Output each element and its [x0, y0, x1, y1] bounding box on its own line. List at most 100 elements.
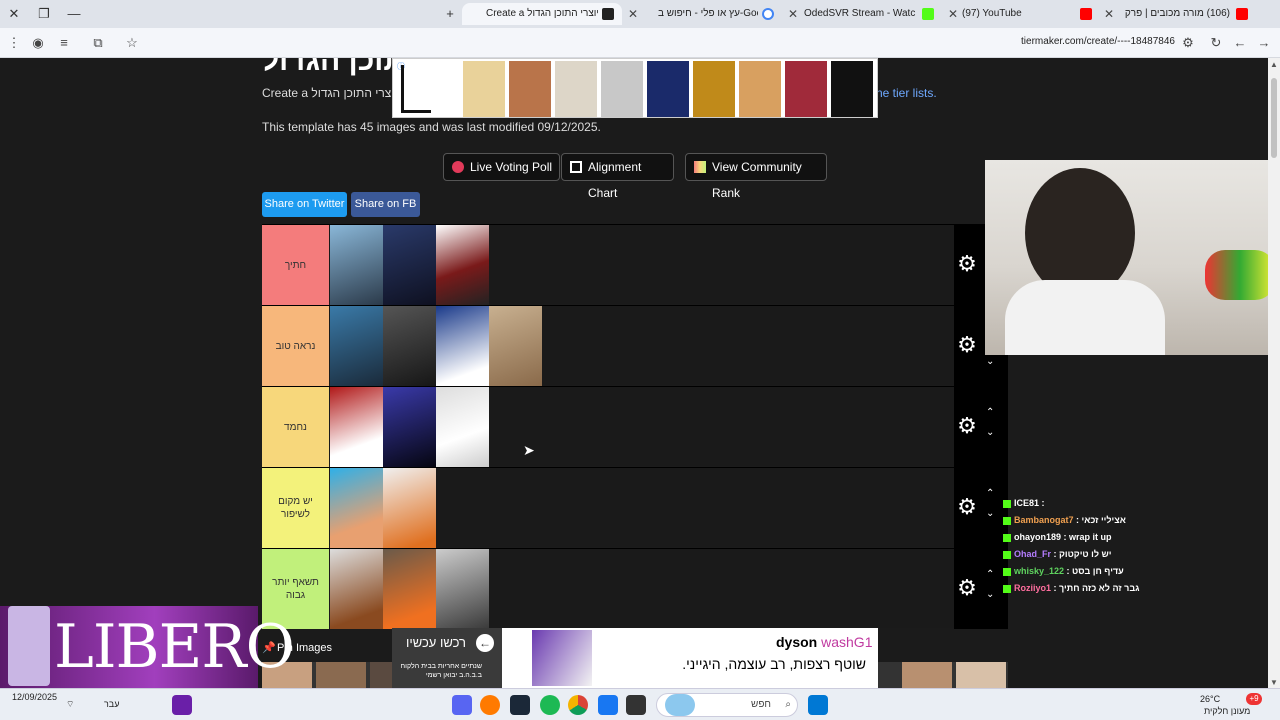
url-field[interactable]: tiermaker.com/create/----18487846 — [1021, 36, 1175, 47]
tier-controls: ⚙ ⌃ ⌄ — [954, 387, 1008, 467]
taskbar-search[interactable]: חפש ⌕ — [656, 693, 798, 717]
forward-icon[interactable]: → — [1254, 33, 1274, 53]
discord-icon[interactable] — [452, 695, 472, 715]
taskbar-date: 12/09/2025 — [12, 692, 58, 702]
tier-image[interactable] — [902, 662, 952, 688]
scrollbar-thumb[interactable] — [1271, 78, 1277, 158]
menu-icon[interactable]: ⋮ — [4, 33, 24, 53]
profile-icon[interactable]: ◉ — [28, 33, 48, 53]
tab-title: (106) מורה מכובים | פרק 1: ההי — [1122, 8, 1230, 19]
move-down-icon[interactable]: ⌄ — [986, 356, 994, 367]
tab-google-search[interactable]: ✕ עץ או פלי - חיפוש ב-Google — [622, 3, 774, 25]
chat-message: Roziiyo1 : גבר זה לא כזה חתיך — [1003, 583, 1139, 599]
share-twitter-button[interactable]: Share on Twitter — [262, 192, 347, 217]
tier-settings-gear-icon[interactable]: ⚙ — [954, 413, 980, 439]
ad-cta-button[interactable]: רכשו עכשיו — [406, 635, 466, 650]
tier-image[interactable] — [436, 225, 489, 305]
tier-label[interactable]: נחמד — [262, 387, 329, 467]
share-fb-button[interactable]: Share on FB — [351, 192, 420, 217]
spotify-icon[interactable] — [540, 695, 560, 715]
tier-label[interactable]: חתיך — [262, 225, 329, 305]
browser-tab-bar: ✕ ❐ — + Create a דירוג יוצרי התוכן הגדול… — [0, 0, 1280, 28]
description-link[interactable]: ne tier lists. — [876, 86, 937, 100]
tab-create-tierlist[interactable]: Create a דירוג יוצרי התוכן הגדול — [462, 3, 622, 25]
page-scrollbar[interactable]: ▲ ▼ — [1268, 58, 1280, 688]
tier-image[interactable] — [330, 549, 383, 629]
move-down-icon[interactable]: ⌄ — [986, 427, 994, 438]
extensions-puzzle-icon[interactable]: ⧉ — [88, 33, 108, 53]
kick-favicon-icon — [922, 8, 934, 20]
meta-icon[interactable] — [598, 695, 618, 715]
mouse-cursor-icon: ➤ — [523, 442, 535, 458]
close-tab-icon[interactable]: ✕ — [788, 3, 798, 25]
move-down-icon[interactable]: ⌄ — [986, 508, 994, 519]
tier-label[interactable]: יש מקום לשיפור — [262, 468, 329, 548]
tier-image[interactable] — [436, 387, 489, 467]
tier-image[interactable] — [330, 387, 383, 467]
new-tab-icon[interactable]: + — [440, 4, 460, 24]
tier-label[interactable]: נראה טוב — [262, 306, 329, 386]
chrome-icon[interactable] — [568, 695, 588, 715]
tier-image[interactable] — [383, 387, 436, 467]
close-tab-icon[interactable]: ✕ — [1104, 3, 1114, 25]
wifi-icon[interactable]: ⌔ — [66, 699, 74, 710]
file-explorer-icon[interactable] — [626, 695, 646, 715]
move-up-icon[interactable]: ⌃ — [986, 407, 994, 418]
keyboard-language[interactable]: עבר — [104, 699, 119, 709]
restore-window-icon[interactable]: ❐ — [34, 4, 54, 24]
ad-fineprint: שנתיים אחריות בבית הלקוח ב.ב.ה.ב יבואן ר… — [400, 663, 482, 679]
tier-image[interactable] — [489, 306, 542, 386]
tier-image[interactable] — [383, 306, 436, 386]
move-down-icon[interactable]: ⌄ — [986, 589, 994, 600]
alignment-chart-button[interactable]: Alignment Chart — [561, 153, 674, 200]
tier-settings-gear-icon[interactable]: ⚙ — [954, 575, 980, 601]
browser-app-icon[interactable] — [480, 695, 500, 715]
back-icon[interactable]: ← — [1230, 33, 1250, 53]
tab-kick-stream[interactable]: ✕ OdedSVR Stream - Watch Live — [782, 3, 940, 25]
bookmark-star-icon[interactable]: ☆ — [122, 33, 142, 53]
tier-image[interactable] — [316, 662, 366, 688]
notification-badge[interactable]: +9 — [1246, 693, 1262, 705]
site-settings-icon[interactable]: ⚙ — [1178, 33, 1198, 53]
ad-brand-logo — [401, 65, 431, 113]
perfume-bottle-image — [8, 606, 50, 686]
tier-image[interactable] — [436, 549, 489, 629]
move-up-icon[interactable]: ⌃ — [986, 569, 994, 580]
tier-image[interactable] — [436, 306, 489, 386]
tier-image[interactable] — [383, 549, 436, 629]
minimize-window-icon[interactable]: — — [64, 4, 84, 24]
live-voting-poll-button[interactable]: Live Voting Poll — [443, 153, 560, 181]
view-community-rank-button[interactable]: View Community Rank — [685, 153, 827, 200]
tab-youtube-episode[interactable]: ✕ (106) מורה מכובים | פרק 1: ההי — [1100, 3, 1250, 25]
tier-image[interactable] — [383, 225, 436, 305]
scroll-down-icon[interactable]: ▼ — [1270, 678, 1278, 687]
tier-image[interactable] — [956, 662, 1006, 688]
tab-title: Create a דירוג יוצרי התוכן הגדול — [486, 8, 598, 19]
tab-youtube[interactable]: ✕ (97) YouTube — [942, 3, 1102, 25]
onenote-icon[interactable] — [172, 695, 192, 715]
perfume-ad-banner[interactable]: ⓘ — [392, 58, 878, 118]
tier-image[interactable] — [330, 306, 383, 386]
ad-tagline: שוטף רצפות, רב עוצמה, היגייני. — [682, 656, 866, 672]
tier-settings-gear-icon[interactable]: ⚙ — [954, 251, 980, 277]
tier-image[interactable] — [330, 468, 383, 548]
tier-row: נחמד ⚙ ⌃ ⌄ — [262, 386, 1008, 467]
steam-icon[interactable] — [510, 695, 530, 715]
close-tab-icon[interactable]: ✕ — [628, 3, 638, 25]
move-up-icon[interactable]: ⌃ — [986, 488, 994, 499]
close-window-icon[interactable]: ✕ — [4, 4, 24, 24]
reload-icon[interactable]: ↻ — [1206, 33, 1226, 53]
tier-row: נראה טוב ⚙ ⌄ — [262, 305, 1008, 386]
close-tab-icon[interactable]: ✕ — [948, 3, 958, 25]
vacuum-image — [532, 630, 592, 686]
extension-icon[interactable]: ≡ — [54, 33, 74, 53]
dyson-ad-banner[interactable]: רכשו עכשיו ← שנתיים אחריות בבית הלקוח ב.… — [392, 628, 878, 688]
tier-settings-gear-icon[interactable]: ⚙ — [954, 494, 980, 520]
tier-settings-gear-icon[interactable]: ⚙ — [954, 332, 980, 358]
kick-badge-icon — [1003, 533, 1011, 542]
tier-image[interactable] — [330, 225, 383, 305]
tier-image[interactable] — [383, 468, 436, 548]
weather-temp[interactable]: 26°C — [1200, 694, 1220, 704]
windows-start-icon[interactable] — [808, 695, 828, 715]
scroll-up-icon[interactable]: ▲ — [1270, 60, 1278, 69]
